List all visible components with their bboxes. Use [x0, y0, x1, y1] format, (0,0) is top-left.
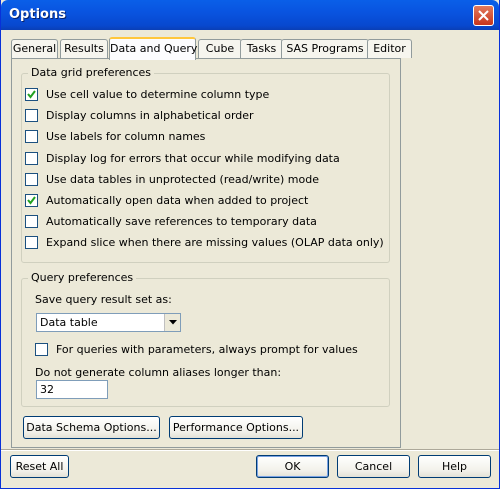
- reset-all-button[interactable]: Reset All: [10, 455, 69, 478]
- data-grid-group: Data grid preferences: [21, 66, 390, 263]
- data-schema-options-button[interactable]: Data Schema Options...: [23, 416, 160, 439]
- chevron-down-icon: [169, 320, 177, 325]
- tab-editor[interactable]: Editor: [367, 39, 412, 58]
- checkbox[interactable]: [25, 130, 38, 143]
- tab-sas-programs[interactable]: SAS Programs: [281, 39, 369, 58]
- cancel-button[interactable]: Cancel: [337, 455, 410, 478]
- help-button[interactable]: Help: [418, 455, 491, 478]
- input-value: 32: [40, 383, 54, 396]
- title-bar[interactable]: Options: [1, 0, 499, 30]
- group-legend: Query preferences: [28, 271, 137, 284]
- checkbox[interactable]: [25, 236, 38, 249]
- alias-length-label: Do not generate column aliases longer th…: [35, 366, 282, 379]
- footer-divider: [1, 449, 499, 451]
- checkmark-icon: [27, 90, 36, 99]
- tab-tasks[interactable]: Tasks: [240, 39, 283, 58]
- tab-results[interactable]: Results: [60, 39, 108, 58]
- checkbox[interactable]: [25, 215, 38, 228]
- save-query-select[interactable]: Data table: [36, 313, 181, 332]
- options-dialog: Options General Results Data and Query C…: [0, 0, 500, 489]
- tab-cube[interactable]: Cube: [198, 39, 242, 58]
- checkbox[interactable]: [25, 88, 38, 101]
- checkbox[interactable]: [25, 173, 38, 186]
- checkbox[interactable]: [25, 152, 38, 165]
- checkmark-icon: [27, 196, 36, 205]
- close-button[interactable]: [473, 5, 494, 26]
- dropdown-button[interactable]: [164, 314, 180, 331]
- checkbox[interactable]: [25, 194, 38, 207]
- select-value: Data table: [40, 316, 98, 329]
- close-icon: [478, 10, 489, 21]
- tab-data-and-query[interactable]: Data and Query: [109, 37, 197, 60]
- tab-general[interactable]: General: [11, 39, 58, 58]
- save-query-label: Save query result set as:: [35, 293, 172, 306]
- performance-options-button[interactable]: Performance Options...: [169, 416, 303, 439]
- window-title: Options: [9, 7, 66, 22]
- group-legend: Data grid preferences: [28, 66, 155, 79]
- checkbox[interactable]: [35, 343, 48, 356]
- checkbox[interactable]: [25, 109, 38, 122]
- alias-length-input[interactable]: 32: [36, 380, 108, 399]
- ok-button[interactable]: OK: [256, 455, 329, 478]
